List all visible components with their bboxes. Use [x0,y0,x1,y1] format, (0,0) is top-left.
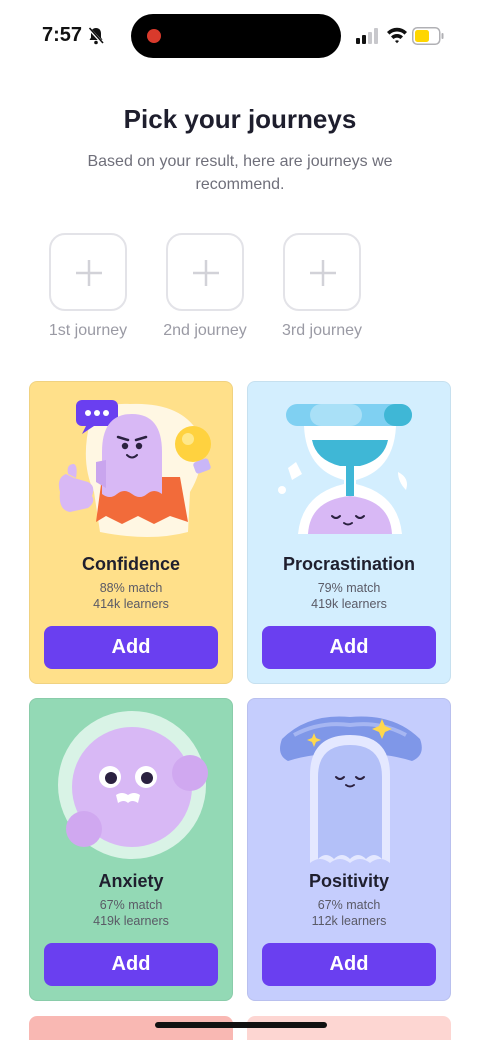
home-indicator[interactable] [155,1022,327,1028]
card-title: Confidence [81,554,180,574]
battery-icon [412,27,444,45]
confidence-ghost-illustration [58,400,211,537]
journey-card-partial[interactable] [247,1016,451,1040]
plus-icon [76,260,102,286]
journey-card-confidence[interactable]: Confidence 88% match 414k learners Add [29,381,233,684]
bell-off-icon [88,27,104,45]
journey-slot-label: 2nd journey [163,322,247,339]
journey-card-anxiety[interactable]: Anxiety 67% match 419k learners Add [29,698,233,1001]
journey-slot-label: 3rd journey [281,322,363,339]
hourglass-ghost-illustration [278,404,412,534]
add-anxiety-button[interactable]: Add [44,943,218,986]
add-procrastination-button[interactable]: Add [262,626,436,669]
journey-card-partial[interactable] [29,1016,233,1040]
positivity-ghost-illustration [280,716,422,863]
card-match: 88% match [99,581,163,595]
card-match: 67% match [99,898,163,912]
journey-card-procrastination[interactable]: Procrastination 79% match 419k learners … [247,381,451,684]
wifi-icon [387,27,407,44]
card-match: 79% match [317,581,381,595]
card-title: Procrastination [282,554,416,574]
journey-slot-2[interactable] [166,233,244,311]
journey-slot-3[interactable] [283,233,361,311]
cellular-signal-icon [356,28,378,44]
plus-icon [310,260,336,286]
card-learners: 414k learners [93,597,169,611]
journey-card-positivity[interactable]: Positivity 67% match 112k learners Add [247,698,451,1001]
card-title: Positivity [308,871,390,891]
recording-indicator [147,29,161,43]
card-match: 67% match [317,898,381,912]
card-learners: 419k learners [311,597,387,611]
page-subtitle: Based on your result, here are journeys … [87,153,393,193]
status-time: 7:57 [42,24,83,46]
status-bar: 7:57 [0,0,480,70]
card-learners: 112k learners [311,914,387,928]
journey-slot-label: 1st journey [48,322,128,339]
card-title: Anxiety [98,871,164,891]
dynamic-island [131,14,341,58]
page-title: Pick your journeys [123,104,357,134]
card-learners: 419k learners [93,914,169,928]
anxiety-ghost-illustration [58,711,208,859]
plus-icon [193,260,219,286]
add-positivity-button[interactable]: Add [262,943,436,986]
journey-slot-1[interactable] [49,233,127,311]
add-confidence-button[interactable]: Add [44,626,218,669]
